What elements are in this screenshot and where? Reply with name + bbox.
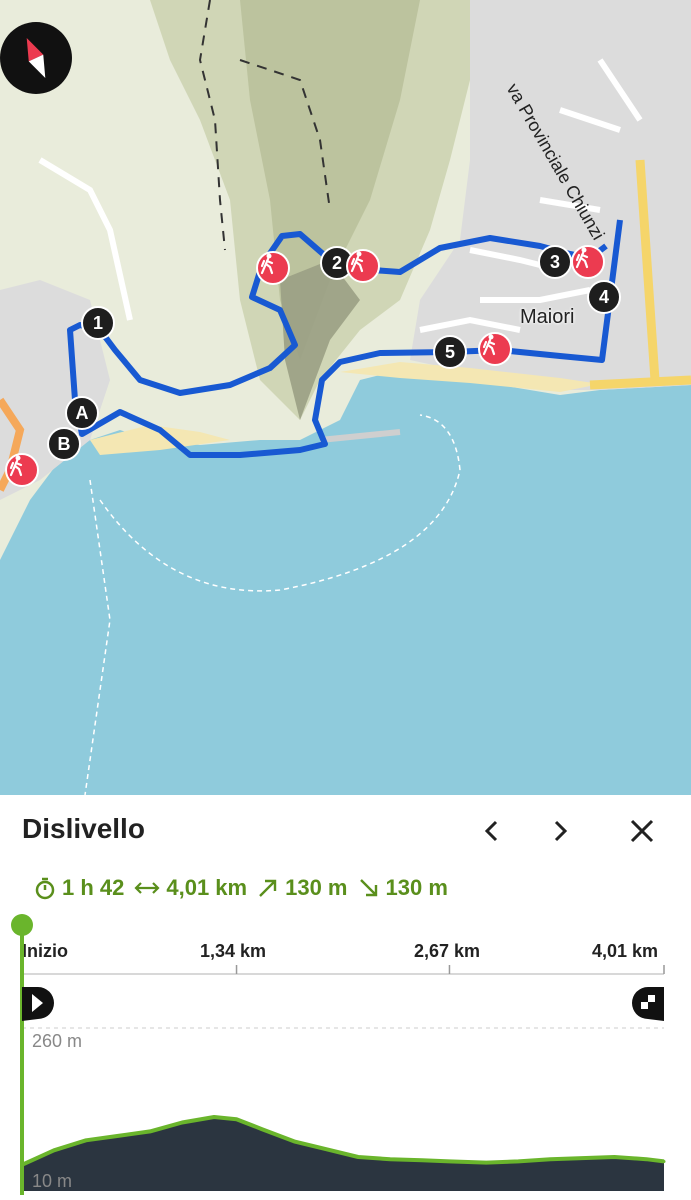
waypoint-1[interactable]: 1 — [81, 306, 115, 340]
elevation-max-label: 260 m — [32, 1031, 83, 1051]
cursor-handle[interactable] — [11, 914, 33, 936]
elevation-point — [662, 1159, 666, 1163]
compass-icon[interactable] — [0, 22, 72, 94]
elevation-point — [260, 1127, 264, 1131]
elevation-point — [516, 1159, 520, 1163]
elevation-point — [644, 1157, 648, 1161]
elevation-point — [84, 1138, 88, 1142]
elevation-point — [388, 1157, 392, 1161]
elevation-point — [116, 1134, 120, 1138]
elevation-point — [180, 1121, 184, 1125]
elevation-point — [52, 1148, 56, 1152]
hiker-icon[interactable] — [256, 251, 290, 285]
map-canvas — [0, 0, 691, 795]
elevation-point — [612, 1155, 616, 1159]
elevation-chart[interactable] — [0, 795, 691, 1200]
start-flag-icon — [22, 987, 54, 1021]
hiker-icon[interactable] — [478, 332, 512, 366]
elevation-point — [148, 1129, 152, 1133]
elevation-point — [548, 1157, 552, 1161]
waypoint-a[interactable]: A — [65, 396, 99, 430]
elevation-point — [212, 1115, 216, 1119]
town-label: Maiori — [520, 306, 575, 328]
elevation-point — [447, 1159, 451, 1163]
elevation-point — [580, 1156, 584, 1160]
elevation-point — [356, 1155, 360, 1159]
waypoint-4[interactable]: 4 — [587, 280, 621, 314]
elevation-panel: Dislivello 1 h 42 4,01 km 130 m 130 m In… — [0, 795, 691, 1200]
elevation-min-label: 10 m — [32, 1171, 73, 1191]
elevation-point — [235, 1117, 239, 1121]
finish-flag-icon — [632, 987, 664, 1021]
hiker-icon[interactable] — [5, 453, 39, 487]
waypoint-b[interactable]: B — [47, 427, 81, 461]
elevation-point — [324, 1147, 328, 1151]
waypoint-3[interactable]: 3 — [538, 245, 572, 279]
hiker-icon[interactable] — [571, 245, 605, 279]
elevation-point — [292, 1139, 296, 1143]
elevation-point — [484, 1161, 488, 1165]
waypoint-5[interactable]: 5 — [433, 335, 467, 369]
elevation-point — [420, 1158, 424, 1162]
map-view[interactable]: va Provinciale Chiunzi Maiori A B 1 2 3 … — [0, 0, 691, 795]
hiker-icon[interactable] — [346, 249, 380, 283]
